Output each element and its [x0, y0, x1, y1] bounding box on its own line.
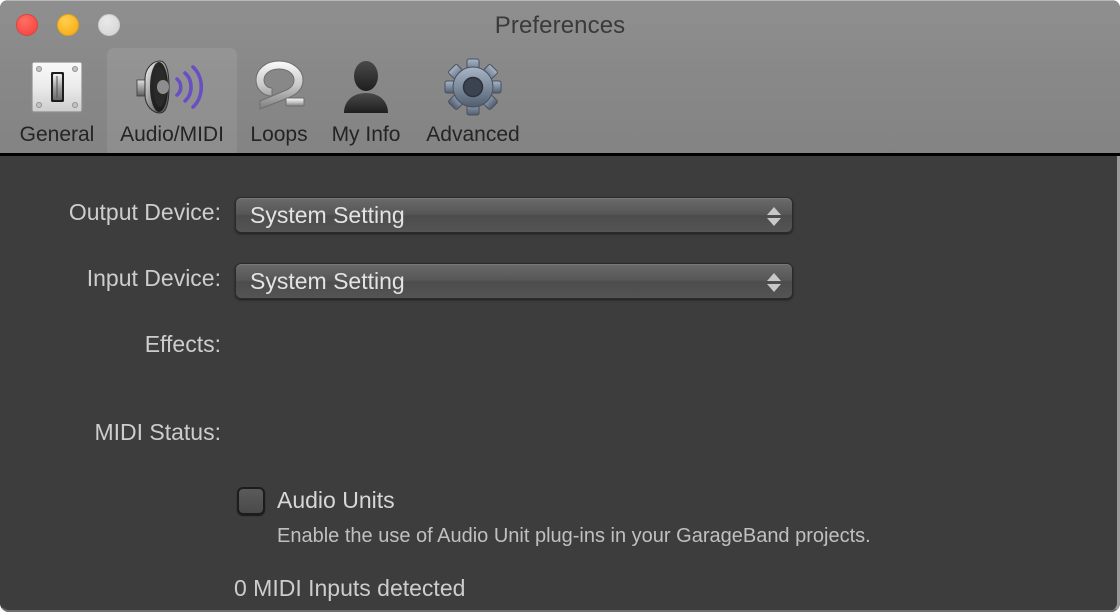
- tab-my-info[interactable]: My Info: [320, 48, 412, 156]
- input-device-value: System Setting: [250, 268, 405, 295]
- tab-general[interactable]: General: [10, 48, 104, 156]
- effects-label: Effects:: [21, 331, 221, 358]
- gear-icon: [414, 51, 532, 123]
- input-device-select[interactable]: System Setting: [235, 263, 793, 299]
- tab-advanced[interactable]: Advanced: [414, 48, 532, 156]
- output-device-select[interactable]: System Setting: [235, 197, 793, 233]
- tab-advanced-label: Advanced: [426, 123, 519, 147]
- person-silhouette-icon: [320, 51, 412, 123]
- switch-plate-icon: [10, 51, 104, 123]
- tab-audio-midi-label: Audio/MIDI: [120, 123, 224, 147]
- output-device-label: Output Device:: [21, 199, 221, 226]
- midi-status-label: MIDI Status:: [21, 419, 221, 446]
- audio-units-label: Audio Units: [277, 487, 395, 514]
- tab-general-label: General: [20, 123, 95, 147]
- speaker-waves-icon: [107, 51, 237, 123]
- preferences-toolbar: General: [0, 45, 1120, 155]
- input-device-stepper-icon[interactable]: [766, 268, 782, 296]
- output-device-stepper-icon[interactable]: [766, 202, 782, 230]
- midi-status-value: 0 MIDI Inputs detected: [234, 575, 465, 602]
- audio-units-helper-text: Enable the use of Audio Unit plug-ins in…: [277, 522, 1077, 551]
- preferences-window: Preferences: [0, 0, 1120, 612]
- window-title: Preferences: [0, 12, 1120, 40]
- output-device-value: System Setting: [250, 202, 405, 229]
- audio-midi-panel: Output Device: System Setting Input Devi…: [0, 156, 1120, 612]
- loop-ribbon-icon: [240, 51, 318, 123]
- window-chrome: Preferences: [0, 0, 1120, 156]
- tab-my-info-label: My Info: [332, 123, 401, 147]
- tab-loops-label: Loops: [250, 123, 307, 147]
- tab-audio-midi[interactable]: Audio/MIDI: [107, 48, 237, 156]
- audio-units-checkbox[interactable]: [237, 487, 265, 515]
- input-device-label: Input Device:: [21, 265, 221, 292]
- tab-loops[interactable]: Loops: [240, 48, 318, 156]
